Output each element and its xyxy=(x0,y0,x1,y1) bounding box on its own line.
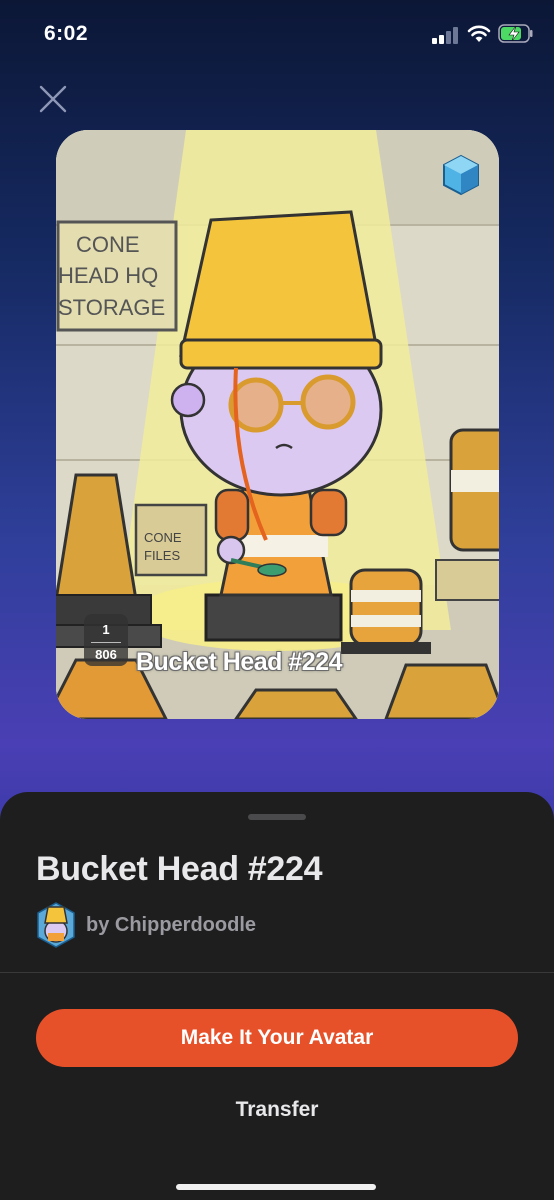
nft-card[interactable]: CONE HEAD HQ STORAGE CONE FILES 1 806 Bu… xyxy=(56,130,499,719)
close-button[interactable] xyxy=(34,80,72,118)
sign-line-2: HEAD HQ xyxy=(58,263,158,288)
collectible-gem-icon xyxy=(443,154,479,196)
edition-total: 806 xyxy=(95,647,117,662)
status-time: 6:02 xyxy=(44,22,89,45)
bottom-sheet: Bucket Head #224 by Chipperdoodle Make I… xyxy=(0,792,554,1200)
creator-avatar xyxy=(37,902,75,948)
sign-line-3: STORAGE xyxy=(58,295,165,320)
battery-charging-icon xyxy=(498,24,533,43)
sign-line-1: CONE xyxy=(76,232,140,257)
nft-title: Bucket Head #224 xyxy=(36,850,323,888)
wifi-icon xyxy=(467,25,491,42)
transfer-button[interactable]: Transfer xyxy=(150,1090,404,1130)
box-line-2: FILES xyxy=(144,548,180,563)
edition-badge: 1 806 xyxy=(84,614,128,666)
creator-label: by Chipperdoodle xyxy=(86,913,256,936)
edition-number: 1 xyxy=(102,622,110,637)
nft-title-overlay: Bucket Head #224 xyxy=(136,648,343,676)
divider xyxy=(0,972,554,973)
make-it-your-avatar-button[interactable]: Make It Your Avatar xyxy=(36,1009,518,1067)
home-indicator xyxy=(176,1184,376,1190)
sheet-drag-handle[interactable] xyxy=(248,814,306,820)
creator-row[interactable]: by Chipperdoodle xyxy=(36,900,256,950)
box-line-1: CONE xyxy=(144,530,182,545)
status-bar: 6:02 xyxy=(0,0,554,70)
cellular-signal-icon xyxy=(432,26,462,44)
